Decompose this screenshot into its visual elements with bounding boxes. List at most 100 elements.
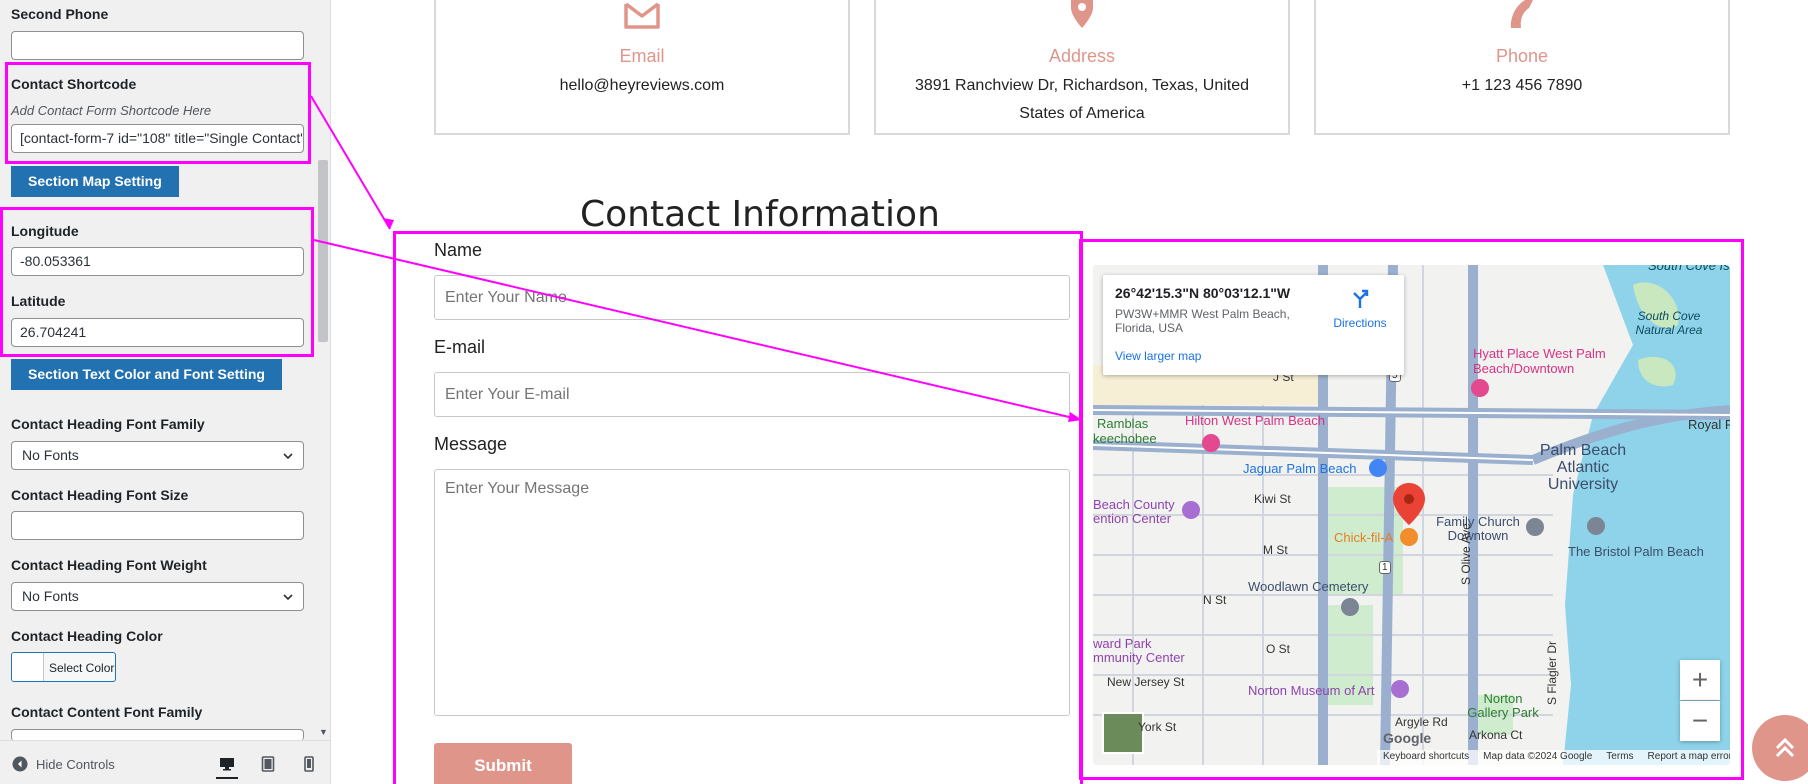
map-coords: 26°42'15.3"N 80°03'12.1"W (1115, 285, 1291, 301)
map-label-norton-gallery: Norton Gallery Park (1467, 691, 1539, 720)
content-font-family-label: Contact Content Font Family (11, 704, 203, 720)
directions-button[interactable]: Directions (1325, 287, 1395, 330)
email-title: Email (619, 46, 665, 66)
google-logo: Google (1383, 730, 1432, 746)
route-1-shield: 1 (1379, 561, 1391, 574)
map-label-ward-park: ward Park mmunity Center (1093, 636, 1185, 665)
terms-link[interactable]: Terms (1606, 751, 1633, 764)
contact-shortcode-label: Contact Shortcode (11, 76, 137, 92)
google-map[interactable]: South Cove Islands South Cove Natural Ar… (1093, 265, 1730, 765)
section-text-color-button[interactable]: Section Text Color and Font Setting (11, 359, 282, 390)
chevron-down-icon (283, 594, 293, 601)
heading-font-weight-select[interactable]: No Fonts (11, 582, 304, 611)
view-larger-map-link[interactable]: View larger map (1115, 349, 1201, 363)
zoom-in-button[interactable]: + (1680, 660, 1720, 700)
contact-heading: Contact Information (580, 194, 940, 235)
name-input[interactable]: Enter Your Name (434, 275, 1070, 320)
heading-font-weight-label: Contact Heading Font Weight (11, 557, 207, 573)
map-label-hyatt: Hyatt Place West Palm Beach/Downtown (1473, 346, 1606, 376)
map-label-palm-beach-uni: Palm Beach Atlantic University (1539, 442, 1627, 493)
heading-font-family-label: Contact Heading Font Family (11, 416, 205, 432)
desktop-icon[interactable] (216, 751, 238, 779)
heading-font-family-select[interactable]: No Fonts (11, 441, 304, 470)
map-label-m-st: M St (1263, 543, 1288, 557)
map-label-new-jersey: New Jersey St (1107, 675, 1185, 689)
report-map-error-link[interactable]: Report a map error (1648, 751, 1730, 764)
map-label-south-cove-islands: South Cove Islands (1648, 265, 1730, 273)
heading-font-size-input[interactable] (11, 511, 304, 540)
map-label-hilton: Hilton West Palm Beach (1185, 413, 1325, 428)
tablet-icon[interactable] (257, 753, 279, 775)
heading-font-size-label: Contact Heading Font Size (11, 487, 189, 503)
map-label-york: York St (1138, 720, 1177, 734)
sidebar-footer: Hide Controls (0, 740, 330, 784)
heading-color-label: Contact Heading Color (11, 628, 163, 644)
latitude-input[interactable]: 26.704241 (11, 318, 304, 347)
heading-font-family-value: No Fonts (22, 447, 79, 463)
map-label-bristol: The Bristol Palm Beach (1568, 544, 1704, 559)
map-label-norton: Norton Museum of Art (1248, 683, 1375, 698)
sidebar-scrollbar[interactable] (318, 160, 328, 342)
map-label-arkona: Arkona Ct (1469, 728, 1523, 742)
map-label-family-church: Family Church Downtown (1436, 514, 1520, 543)
customizer-sidebar: Second Phone Contact Shortcode Add Conta… (0, 0, 331, 784)
map-label-royal: Royal P (1688, 417, 1730, 432)
message-textarea[interactable]: Enter Your Message (434, 469, 1070, 716)
double-chevron-up-icon (1775, 737, 1795, 758)
map-label-beach-county: Beach County ention Center (1093, 497, 1175, 526)
phone-card: Phone +1 123 456 7890 (1314, 0, 1730, 135)
second-phone-label: Second Phone (11, 6, 109, 22)
select-color-button[interactable]: Select Color (11, 652, 116, 682)
email-input[interactable]: Enter Your E-mail (434, 372, 1070, 417)
email-text: hello@heyreviews.com (559, 77, 725, 94)
map-pin-icon (1071, 0, 1093, 28)
contact-shortcode-desc: Add Contact Form Shortcode Here (11, 103, 212, 118)
map-label-argyle: Argyle Rd (1395, 715, 1448, 729)
second-phone-input[interactable] (11, 31, 304, 60)
email-label: E-mail (434, 337, 486, 357)
contact-shortcode-input[interactable]: [contact-form-7 id="108" title="Single C… (11, 124, 304, 153)
section-map-setting-button[interactable]: Section Map Setting (11, 166, 179, 197)
phone-title: Phone (1495, 46, 1549, 66)
map-footer: Keyboard shortcuts Map data ©2024 Google… (1377, 750, 1730, 765)
heading-font-weight-value: No Fonts (22, 588, 79, 604)
directions-icon (1353, 289, 1369, 308)
select-color-label: Select Color (49, 661, 115, 675)
arrow-left-circle-icon (12, 756, 28, 772)
map-label-jaguar: Jaguar Palm Beach (1243, 461, 1357, 476)
map-label-s-olive: S Olive Ave (1459, 523, 1473, 585)
map-label-ramblas: Ramblas (1097, 416, 1149, 431)
map-data-credit: Map data ©2024 Google (1483, 751, 1593, 762)
phone-icon (1510, 0, 1533, 28)
directions-label: Directions (1333, 316, 1387, 330)
latitude-label: Latitude (11, 293, 66, 309)
map-address: PW3W+MMR West Palm Beach, Florida, USA (1115, 307, 1290, 335)
submit-button[interactable]: Submit (434, 743, 572, 784)
scroll-to-top-button[interactable] (1752, 715, 1808, 781)
map-label-south-cove-area: South Cove Natural Area (1635, 309, 1703, 337)
chevron-down-icon (283, 453, 293, 460)
map-label-woodlawn: Woodlawn Cemetery (1248, 579, 1369, 594)
hide-controls-label: Hide Controls (36, 756, 115, 772)
map-label-chickfila: Chick-fil-A (1334, 530, 1394, 545)
map-label-okeechobee: keechobee (1093, 431, 1157, 446)
longitude-label: Longitude (11, 223, 79, 239)
envelope-icon (624, 2, 660, 29)
phone-text: +1 123 456 7890 (1461, 77, 1583, 94)
keyboard-shortcuts-link[interactable]: Keyboard shortcuts (1383, 751, 1469, 764)
name-label: Name (434, 240, 483, 260)
color-swatch (12, 653, 44, 681)
address-title: Address (1048, 46, 1116, 66)
email-card: Email hello@heyreviews.com (434, 0, 850, 135)
address-card: Address 3891 Ranchview Dr, Richardson, T… (874, 0, 1290, 135)
map-label-s-flagler: S Flagler Dr (1545, 640, 1559, 705)
map-label-kiwi: Kiwi St (1254, 492, 1291, 506)
map-info-window: 26°42'15.3"N 80°03'12.1"W PW3W+MMR West … (1103, 275, 1404, 375)
longitude-input[interactable]: -80.053361 (11, 247, 304, 276)
zoom-out-button[interactable]: − (1680, 701, 1720, 741)
map-label-n-st: N St (1203, 593, 1227, 607)
mobile-icon[interactable] (298, 753, 320, 775)
scroll-down-arrow-icon[interactable]: ▼ (319, 727, 328, 737)
hide-controls-button[interactable]: Hide Controls (12, 756, 115, 772)
address-text: 3891 Ranchview Dr, Richardson, Texas, Un… (914, 77, 1250, 122)
